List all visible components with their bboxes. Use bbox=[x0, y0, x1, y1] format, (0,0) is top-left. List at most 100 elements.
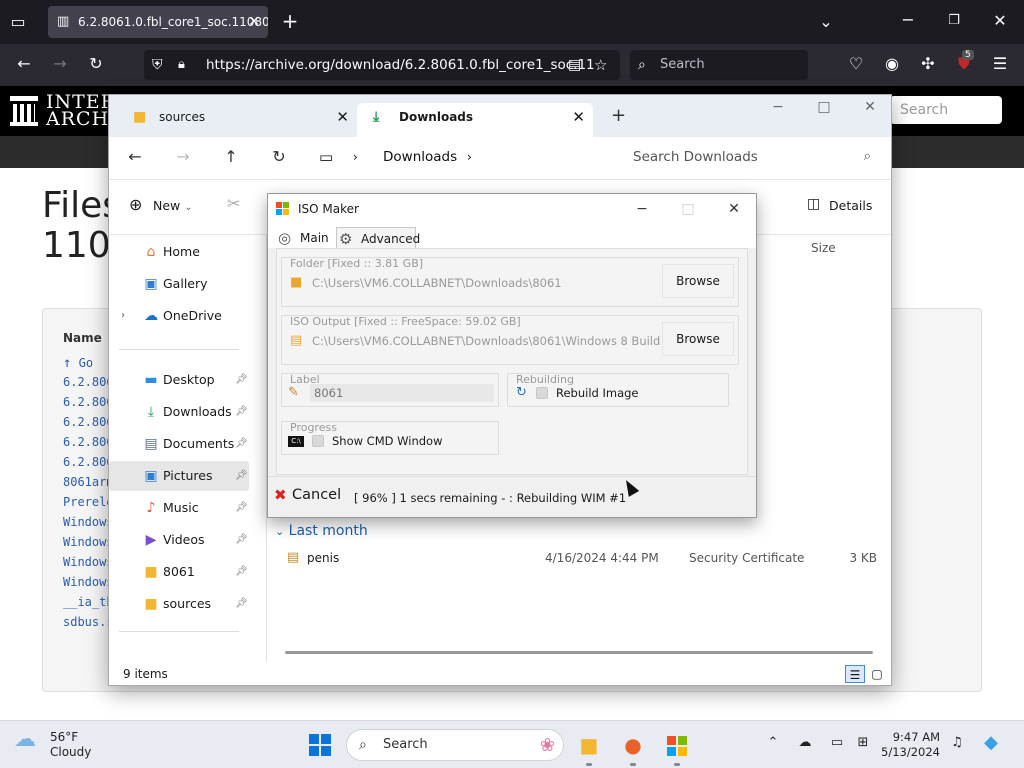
sidebar-item-8061[interactable]: ■ 8061 📌︎ bbox=[109, 557, 249, 587]
weather-widget[interactable]: ☁ 56°F Cloudy bbox=[14, 729, 91, 760]
refresh-icon[interactable]: ↻ bbox=[267, 147, 291, 166]
label-input[interactable]: 8061 bbox=[310, 384, 494, 402]
back-icon[interactable]: ← bbox=[123, 147, 147, 166]
details-view-icon[interactable]: ☰ bbox=[845, 665, 865, 683]
menu-icon[interactable]: ☰ bbox=[988, 54, 1012, 74]
ublock-badge: 5 bbox=[962, 50, 974, 60]
cmd-icon: C:\ bbox=[288, 436, 304, 447]
cut-icon[interactable]: ✂ bbox=[227, 194, 240, 213]
close-tab-icon[interactable]: ✕ bbox=[336, 103, 349, 131]
minimize-icon[interactable]: − bbox=[896, 10, 920, 30]
taskbar-search[interactable]: ⌕ Search ❀ bbox=[346, 729, 564, 761]
reload-icon[interactable]: ↻ bbox=[84, 54, 108, 74]
tab-downloads[interactable]: ⤓ Downloads ✕ bbox=[357, 103, 593, 137]
iso-maker-taskbar-icon[interactable] bbox=[662, 731, 692, 766]
reader-view-icon[interactable]: ▤ bbox=[568, 50, 581, 80]
chevron-up-icon[interactable]: ⌃ bbox=[762, 735, 784, 750]
sidebar-item-pictures[interactable]: ▣ Pictures 📌︎ bbox=[109, 461, 249, 491]
up-icon[interactable]: ↑ bbox=[219, 147, 243, 166]
display-icon[interactable]: ▭ bbox=[826, 735, 848, 750]
iso-output-group-label: ISO Output [Fixed :: FreeSpace: 59.02 GB… bbox=[290, 315, 521, 328]
firefox-taskbar-icon[interactable]: ● bbox=[618, 731, 648, 766]
back-icon[interactable]: ← bbox=[12, 54, 36, 74]
sidebar-item-videos[interactable]: ▶ Videos 📌︎ bbox=[109, 525, 249, 555]
horizontal-scrollbar[interactable] bbox=[285, 651, 873, 654]
tab-advanced[interactable]: ⚙ Advanced bbox=[336, 227, 420, 249]
sidebar-item-onedrive[interactable]: › ☁ OneDrive bbox=[109, 301, 249, 331]
notification-bell-icon[interactable]: ♫ bbox=[946, 735, 968, 750]
navigation-pane: ⌂ Home ▣ Gallery › ☁ OneDrive ▬ Desktop 📌︎ ⤓ Downlo… bbox=[109, 235, 267, 661]
close-tab-icon[interactable]: ✕ bbox=[572, 103, 585, 131]
explorer-search-input[interactable]: Search Downloads ⌕ bbox=[619, 141, 881, 173]
file-link[interactable]: Windows bbox=[63, 535, 114, 549]
group-header-last-month[interactable]: ⌄ Last month bbox=[275, 523, 368, 539]
copilot-icon[interactable]: ◆ bbox=[980, 732, 1002, 753]
archive-search-input[interactable]: Search bbox=[890, 96, 1002, 124]
file-link[interactable]: sdbus.s bbox=[63, 615, 114, 629]
file-link[interactable]: Windows bbox=[63, 515, 114, 529]
tab-main[interactable]: ◎ Main bbox=[276, 227, 329, 249]
breadcrumb-downloads[interactable]: Downloads bbox=[383, 149, 457, 165]
network-icon[interactable]: ⊞ bbox=[852, 735, 874, 750]
minimize-icon[interactable]: − bbox=[622, 194, 662, 224]
forward-icon[interactable]: → bbox=[171, 147, 195, 166]
close-tab-icon[interactable]: ✕ bbox=[248, 6, 260, 38]
bookmark-star-icon[interactable]: ☆ bbox=[594, 50, 607, 80]
cancel-button[interactable]: ✖ Cancel bbox=[274, 486, 341, 504]
account-icon[interactable]: ◉ bbox=[880, 54, 904, 74]
restore-icon[interactable]: ❐ bbox=[942, 11, 966, 31]
file-link[interactable]: 6.2.806 bbox=[63, 435, 114, 449]
minimize-icon[interactable]: − bbox=[763, 99, 793, 115]
forward-icon[interactable]: → bbox=[48, 54, 72, 74]
chevron-right-icon[interactable]: › bbox=[121, 301, 125, 331]
table-row[interactable]: ▤ penis 4/16/2024 4:44 PM Security Certi… bbox=[287, 547, 877, 569]
file-link[interactable]: 6.2.806 bbox=[63, 375, 114, 389]
browser-search-box[interactable]: ⌕ Search bbox=[630, 50, 808, 80]
start-button[interactable] bbox=[309, 734, 331, 756]
sidebar-item-downloads[interactable]: ⤓ Downloads 📌︎ bbox=[109, 397, 249, 427]
sidebar-item-home[interactable]: ⌂ Home bbox=[109, 237, 249, 267]
close-window-icon[interactable]: ✕ bbox=[714, 194, 754, 224]
tiles-view-icon[interactable]: ▢ bbox=[867, 665, 887, 683]
file-link[interactable]: Windows bbox=[63, 575, 114, 589]
maximize-icon[interactable]: □ bbox=[668, 194, 708, 224]
go-up-link[interactable]: ↑ Go bbox=[63, 355, 93, 371]
browser-tab[interactable]: ▥ 6.2.8061.0.fbl_core1_soc.11080 ✕ bbox=[48, 6, 268, 38]
new-button[interactable]: ⊕ New ⌄ bbox=[129, 195, 193, 214]
url-bar[interactable]: ⛨ 🔒︎ https://archive.org/download/6.2.80… bbox=[144, 50, 620, 80]
shield-icon[interactable]: ⛨ bbox=[152, 50, 163, 80]
file-explorer-taskbar-icon[interactable]: ■ bbox=[574, 731, 604, 766]
file-link[interactable]: __ia_th bbox=[63, 595, 114, 609]
details-button[interactable]: ◫ Details bbox=[807, 196, 872, 213]
file-link[interactable]: 6.2.806 bbox=[63, 395, 114, 409]
close-window-icon[interactable]: ✕ bbox=[988, 11, 1012, 31]
file-link[interactable]: Prerele bbox=[63, 495, 114, 509]
sidebar-item-music[interactable]: ♪ Music 📌︎ bbox=[109, 493, 249, 523]
new-tab-icon[interactable]: + bbox=[278, 11, 302, 31]
breadcrumb[interactable]: ▭ › Downloads › bbox=[319, 141, 609, 173]
close-window-icon[interactable]: ✕ bbox=[855, 99, 885, 115]
tab-sources[interactable]: ■ sources ✕ bbox=[117, 103, 357, 137]
maximize-icon[interactable]: □ bbox=[809, 99, 839, 115]
new-tab-icon[interactable]: + bbox=[611, 105, 626, 126]
pocket-icon[interactable]: ♡ bbox=[844, 54, 868, 74]
file-link[interactable]: 6.2.806 bbox=[63, 415, 114, 429]
browse-output-button[interactable]: Browse bbox=[662, 322, 734, 356]
rebuild-image-checkbox[interactable] bbox=[536, 387, 548, 399]
file-link[interactable]: Windows bbox=[63, 555, 114, 569]
browse-folder-button[interactable]: Browse bbox=[662, 264, 734, 298]
cloud-offline-icon[interactable]: ☁ bbox=[794, 735, 816, 750]
file-link[interactable]: 6.2.806 bbox=[63, 455, 114, 469]
show-cmd-checkbox[interactable] bbox=[312, 435, 324, 447]
lock-icon[interactable]: 🔒︎ bbox=[178, 50, 185, 80]
system-clock[interactable]: 9:47 AM 5/13/2024 bbox=[876, 730, 940, 760]
extensions-icon[interactable]: ✣ bbox=[916, 54, 940, 74]
sidebar-item-sources[interactable]: ■ sources 📌︎ bbox=[109, 589, 249, 619]
size-column-header[interactable]: Size bbox=[811, 241, 836, 255]
file-link[interactable]: 8061arm bbox=[63, 475, 114, 489]
sidebar-item-documents[interactable]: ▤ Documents 📌︎ bbox=[109, 429, 249, 459]
chevron-down-icon[interactable]: ⌄ bbox=[814, 12, 838, 32]
sidebar-item-desktop[interactable]: ▬ Desktop 📌︎ bbox=[109, 365, 249, 395]
sidebar-item-gallery[interactable]: ▣ Gallery bbox=[109, 269, 249, 299]
list-all-tabs-icon[interactable]: ▭ bbox=[6, 12, 30, 32]
